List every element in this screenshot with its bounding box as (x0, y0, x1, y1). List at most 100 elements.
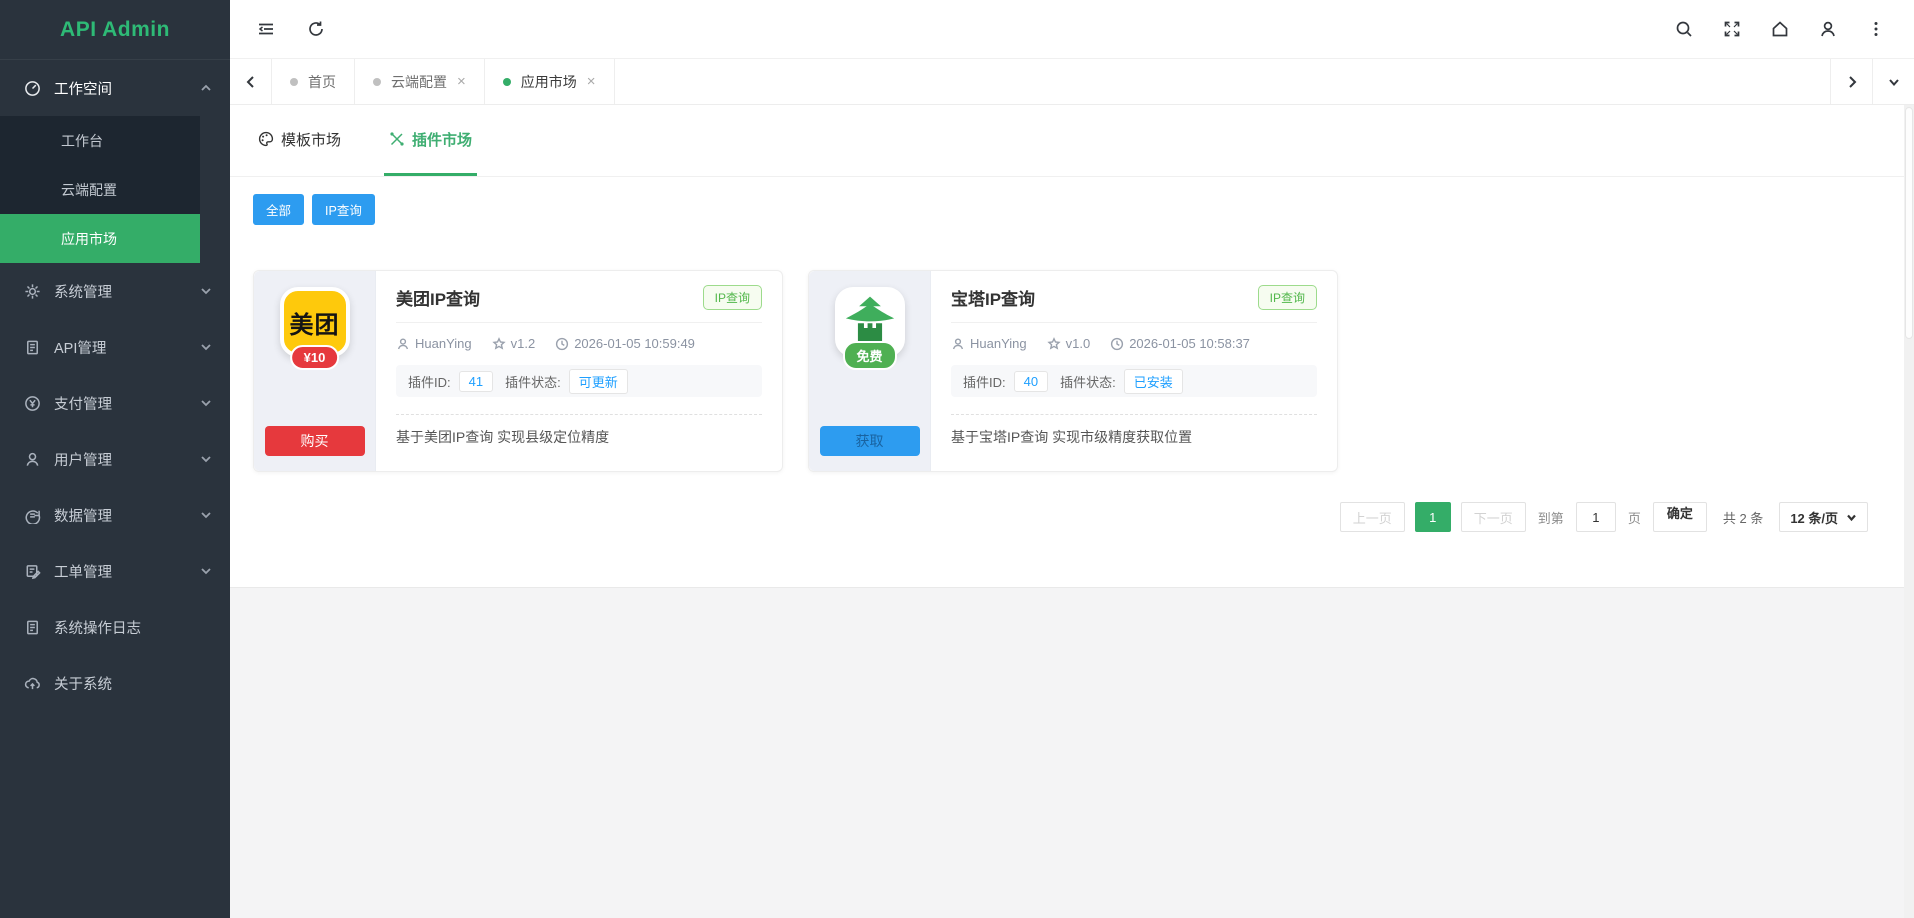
sidebar-item-label: 云端配置 (61, 180, 117, 200)
plugin-info-bar: 插件ID: 40 插件状态: 已安装 (951, 365, 1317, 397)
tab-dot (373, 78, 381, 86)
plugin-description: 基于宝塔IP查询 实现市级精度获取位置 (951, 427, 1317, 447)
version-text: v1.2 (511, 336, 536, 351)
tab-template-market[interactable]: 模板市场 (253, 105, 346, 176)
market-tab-label: 模板市场 (281, 129, 341, 150)
market-tab-label: 插件市场 (412, 129, 472, 150)
tab-dot (503, 78, 511, 86)
total-count-label: 共 2 条 (1723, 508, 1763, 527)
card-left-panel: 美团 ¥10 购买 (254, 271, 376, 471)
sidebar-item-payment-mgmt[interactable]: 支付管理 (0, 375, 230, 431)
sidebar-item-ticket-mgmt[interactable]: 工单管理 (0, 543, 230, 599)
buy-button[interactable]: 购买 (265, 426, 365, 456)
log-icon (24, 619, 41, 636)
jump-prefix-label: 到第 (1538, 508, 1564, 527)
gauge-icon (24, 80, 41, 97)
author-name: HuanYing (415, 336, 472, 351)
card-body: 宝塔IP查询 IP查询 HuanYing v1.0 2026-01-05 10:… (931, 271, 1337, 471)
yen-circle-icon (24, 395, 41, 412)
jump-confirm-button[interactable]: 确定 (1653, 502, 1707, 532)
sidebar-item-label: 系统操作日志 (54, 617, 141, 638)
updated-time: 2026-01-05 10:58:37 (1129, 336, 1250, 351)
plugin-card-baota: 免费 获取 宝塔IP查询 IP查询 HuanYing (808, 270, 1338, 472)
scrollbar-thumb[interactable] (1905, 107, 1913, 339)
tabs-scroll-right[interactable] (1830, 59, 1872, 104)
close-icon[interactable]: × (587, 74, 596, 89)
sidebar-item-label: 系统管理 (54, 281, 112, 302)
plugin-card-list: 美团 ¥10 购买 美团IP查询 IP查询 (253, 270, 1914, 472)
more-vertical-icon[interactable] (1866, 19, 1886, 39)
chevron-down-icon (200, 509, 212, 521)
get-button[interactable]: 获取 (820, 426, 920, 456)
plugin-title: 美团IP查询 (396, 285, 480, 310)
sidebar-item-workspace[interactable]: 工作空间 (0, 60, 230, 116)
tab-cloud-config[interactable]: 云端配置 × (355, 59, 485, 104)
tabs-menu-dropdown[interactable] (1872, 59, 1914, 104)
sidebar-item-cloud-config[interactable]: 云端配置 (0, 165, 200, 214)
plugin-icon (389, 131, 405, 147)
chevron-down-icon (200, 397, 212, 409)
plugin-id-label: 插件ID: (408, 372, 451, 391)
tab-label: 首页 (308, 72, 336, 92)
plugin-status-label: 插件状态: (505, 372, 561, 391)
content-area: 模板市场 插件市场 全部 IP查询 美团 (230, 105, 1914, 918)
cloud-up-icon (24, 675, 41, 692)
next-page-button[interactable]: 下一页 (1461, 502, 1526, 532)
sidebar-item-api-mgmt[interactable]: API管理 (0, 319, 230, 375)
chevron-down-icon (200, 285, 212, 297)
filter-all-button[interactable]: 全部 (253, 194, 304, 225)
card-left-panel: 免费 获取 (809, 271, 931, 471)
plugin-id-value: 40 (1014, 371, 1048, 392)
pagination: 上一页 1 下一页 到第 页 确定 共 2 条 12 条/页 (230, 502, 1914, 532)
price-badge: 免费 (842, 341, 896, 370)
version-text: v1.0 (1066, 336, 1091, 351)
sidebar-item-app-market[interactable]: 应用市场 (0, 214, 200, 263)
search-icon[interactable] (1674, 19, 1694, 39)
page-1-button[interactable]: 1 (1415, 502, 1451, 532)
app-logo: API Admin (0, 0, 230, 59)
user-icon[interactable] (1818, 19, 1838, 39)
document-icon (24, 339, 41, 356)
chevron-down-icon (200, 341, 212, 353)
plugin-status-label: 插件状态: (1060, 372, 1116, 391)
market-tabs: 模板市场 插件市场 (230, 105, 1914, 177)
category-tag: IP查询 (1258, 285, 1317, 310)
palette-icon (258, 131, 274, 147)
tab-dot (290, 78, 298, 86)
author-icon (396, 337, 410, 351)
jump-page-input[interactable] (1576, 502, 1616, 532)
sidebar-item-user-mgmt[interactable]: 用户管理 (0, 431, 230, 487)
sidebar-item-about-system[interactable]: 关于系统 (0, 655, 230, 711)
refresh-icon[interactable] (306, 19, 326, 39)
sidebar-item-operation-log[interactable]: 系统操作日志 (0, 599, 230, 655)
category-tag: IP查询 (703, 285, 762, 310)
sidebar-item-workbench[interactable]: 工作台 (0, 116, 200, 165)
prev-page-button[interactable]: 上一页 (1340, 502, 1405, 532)
market-panel: 模板市场 插件市场 全部 IP查询 美团 (230, 105, 1914, 588)
tab-app-market[interactable]: 应用市场 × (485, 59, 615, 104)
chevron-down-icon (200, 453, 212, 465)
sidebar-item-data-mgmt[interactable]: 数据管理 (0, 487, 230, 543)
price-badge: ¥10 (290, 345, 340, 370)
filter-ip-query-button[interactable]: IP查询 (312, 194, 375, 225)
tab-plugin-market[interactable]: 插件市场 (384, 105, 477, 176)
plugin-meta: HuanYing v1.2 2026-01-05 10:59:49 (396, 336, 762, 351)
close-icon[interactable]: × (457, 74, 466, 89)
sidebar-item-label: 关于系统 (54, 673, 112, 694)
page-size-select[interactable]: 12 条/页 (1779, 502, 1868, 532)
fullscreen-icon[interactable] (1722, 19, 1742, 39)
sidebar-item-label: 数据管理 (54, 505, 112, 526)
vertical-scrollbar[interactable] (1904, 105, 1914, 918)
plugin-status-value: 已安装 (1124, 369, 1183, 394)
sidebar: API Admin 工作空间 工作台 云端配置 应用市场 系统管理 (0, 0, 230, 918)
tabs-scroll-left[interactable] (230, 59, 272, 104)
sidebar-item-system-mgmt[interactable]: 系统管理 (0, 263, 230, 319)
version-star-icon (492, 337, 506, 351)
tab-home[interactable]: 首页 (272, 59, 355, 104)
ticket-edit-icon (24, 563, 41, 580)
home-icon[interactable] (1770, 19, 1790, 39)
chevron-down-icon (1846, 512, 1857, 523)
sidebar-item-label: 用户管理 (54, 449, 112, 470)
menu-collapse-icon[interactable] (256, 19, 276, 39)
workspace-submenu: 工作台 云端配置 应用市场 (0, 116, 200, 263)
